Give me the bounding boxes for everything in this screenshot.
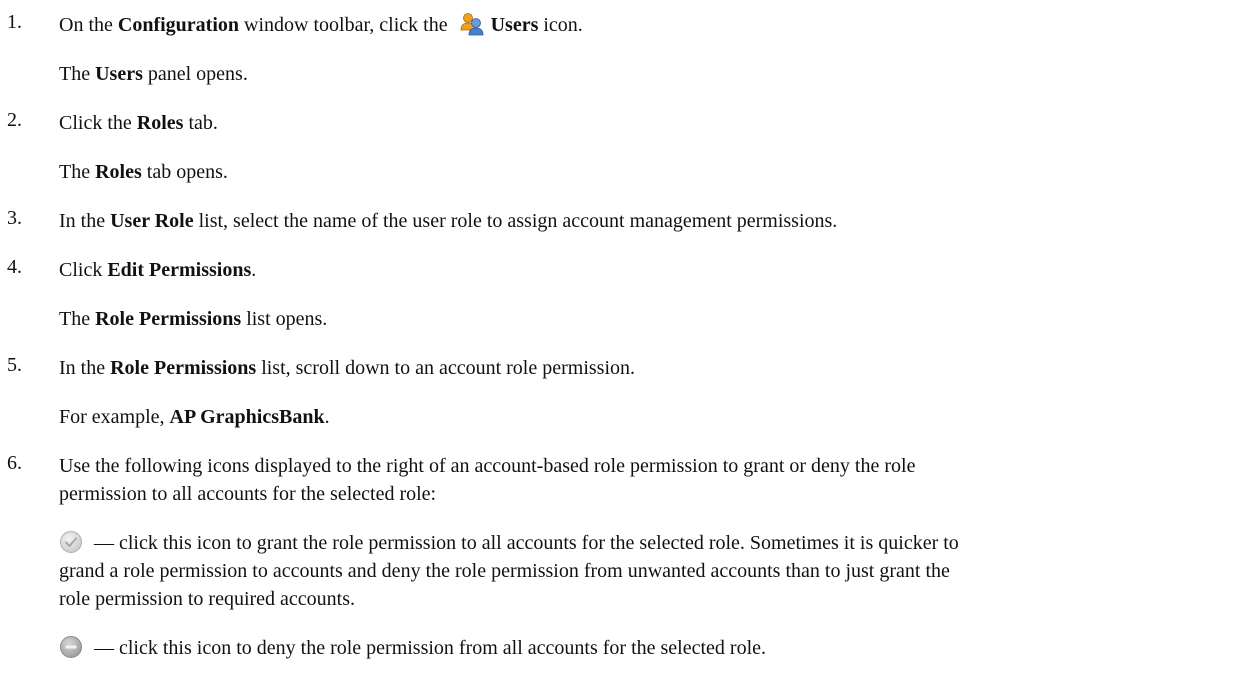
- step-instruction: In the Role Permissions list, scroll dow…: [59, 357, 636, 379]
- step-instruction-line: permission to all accounts for the selec…: [59, 483, 437, 505]
- ui-term: Roles: [136, 112, 184, 134]
- step-instruction-line: Use the following icons displayed to the…: [59, 455, 916, 477]
- step-number: 1.: [7, 11, 22, 33]
- step-number: 6.: [7, 452, 22, 474]
- ui-term: Role Permissions: [110, 357, 257, 379]
- ui-term: Roles: [95, 161, 142, 183]
- minus-circle-icon: [60, 636, 82, 659]
- grant-description: — click this icon to grant the role perm…: [59, 529, 1232, 557]
- deny-description: — click this icon to deny the role permi…: [59, 634, 1232, 662]
- step-number: 2.: [7, 109, 22, 131]
- step-result: The Users panel opens.: [59, 63, 248, 85]
- check-circle-icon: [60, 531, 82, 554]
- ui-term: Edit Permissions: [107, 259, 252, 281]
- instruction-document: 1. On the Configuration window toolbar, …: [0, 0, 1246, 684]
- step-instruction: Click the Roles tab.: [59, 112, 218, 134]
- users-icon: [460, 13, 484, 36]
- ui-term: Users: [95, 63, 143, 85]
- step-instruction: On the Configuration window toolbar, cli…: [59, 11, 1232, 39]
- step-number: 4.: [7, 256, 22, 278]
- step-result: The Role Permissions list opens.: [59, 308, 328, 330]
- step-number: 5.: [7, 354, 22, 376]
- ui-term: AP GraphicsBank: [169, 406, 325, 428]
- ui-term: Users: [490, 14, 539, 36]
- grant-description-line: role permission to required accounts.: [59, 588, 356, 610]
- grant-description-line: grand a role permission to accounts and …: [59, 560, 950, 582]
- step-number: 3.: [7, 207, 22, 229]
- step-result: The Roles tab opens.: [59, 161, 228, 183]
- step-instruction: In the User Role list, select the name o…: [59, 210, 838, 232]
- step-example: For example, AP GraphicsBank.: [59, 406, 330, 428]
- step-instruction: Click Edit Permissions.: [59, 259, 257, 281]
- ui-term: Configuration: [117, 14, 240, 36]
- ui-term: User Role: [110, 210, 194, 232]
- ui-term: Role Permissions: [95, 308, 242, 330]
